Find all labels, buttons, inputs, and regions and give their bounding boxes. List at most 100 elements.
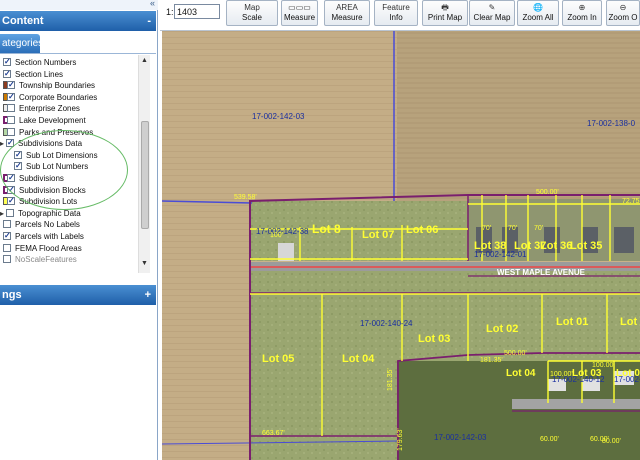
layer-row[interactable]: Parcels No Labels	[0, 219, 150, 230]
layer-row[interactable]: Enterprise Zones	[0, 103, 150, 114]
lot-label: Lot 01	[556, 316, 588, 328]
layer-row[interactable]: Lake Development	[0, 115, 150, 126]
scroll-thumb[interactable]	[141, 121, 149, 229]
settings-panel-header[interactable]: ngs +	[0, 285, 156, 305]
collapse-chevron-icon[interactable]: «	[150, 0, 155, 8]
dimension-label: 60.00'	[540, 436, 559, 443]
lot-label: Lot 03	[418, 333, 450, 345]
globe-icon: 🌐	[533, 3, 543, 12]
scale-prefix: 1:	[166, 7, 174, 17]
expand-arrow-icon[interactable]: ▸	[0, 138, 4, 149]
zoom-all-button[interactable]: 🌐 Zoom All	[517, 0, 559, 26]
layer-checkbox[interactable]	[3, 220, 11, 229]
dimension-label: 539.58'	[234, 194, 257, 201]
field-southwest	[250, 366, 397, 460]
layer-row[interactable]: ✓ Parcels with Labels	[0, 231, 150, 242]
gis-map-viewer: « Content - ategories ✓ Section Numbers ✓ S…	[0, 0, 640, 460]
dimension-label: 70'	[482, 225, 491, 232]
left-panel: « Content - ategories ✓ Section Numbers ✓ S…	[0, 0, 158, 460]
parcel-label: 17-002-142-03	[252, 112, 305, 121]
parcel-label: 17-002-140-24	[360, 319, 413, 328]
highlight-annotation-ellipse	[0, 130, 128, 210]
tool-button-label: Zoom O	[608, 13, 638, 22]
print-map-button[interactable]: 🖶 Print Map	[422, 0, 468, 26]
content-tabbar: ategories	[0, 32, 156, 54]
layer-row[interactable]: ▸ Topographic Data	[0, 208, 150, 219]
dimension-label: 100.00'	[550, 371, 573, 378]
layer-row[interactable]: ✓ Section Lines	[0, 69, 150, 80]
dimension-label: 500.00'	[536, 189, 559, 196]
road-label: WEST MAPLE AVENUE	[497, 268, 586, 277]
tool-button-label: Print Map	[427, 13, 463, 22]
layer-label: Parcels No Labels	[15, 220, 80, 230]
measure-button[interactable]: ▭▭▭ Measure	[281, 0, 318, 26]
map-scale-button[interactable]: Map Scale	[226, 0, 278, 26]
house	[278, 243, 294, 261]
lot-label: Lot 07	[362, 229, 394, 241]
settings-expand-button[interactable]: +	[145, 285, 151, 305]
layer-row[interactable]: ✓ Township Boundaries	[0, 80, 150, 91]
zoom-in-icon: ⊕	[578, 3, 586, 12]
panel-collapse-strip[interactable]: «	[0, 0, 158, 10]
layer-checkbox[interactable]: ✓	[3, 69, 11, 78]
ruler-icon: ▭▭▭	[288, 3, 311, 12]
expand-arrow-icon[interactable]: ▸	[0, 208, 4, 219]
layer-label: FEMA Flood Areas	[15, 243, 82, 253]
field-northeast	[397, 31, 640, 201]
layer-checkbox[interactable]: ✓	[7, 92, 15, 101]
layer-checkbox[interactable]	[3, 255, 11, 264]
lot-label: Lot 04	[342, 353, 375, 365]
layer-row[interactable]: FEMA Flood Areas	[0, 243, 150, 254]
feature-info-button-line1: Feature	[382, 3, 410, 12]
feature-info-button[interactable]: Feature Info	[374, 0, 418, 26]
layer-row[interactable]: ✓ Section Numbers	[0, 57, 150, 68]
dimension-label: 80.00'	[602, 438, 621, 445]
layer-label: Section Numbers	[15, 58, 77, 67]
dimension-label: 70'	[508, 225, 517, 232]
tool-button-label: Info	[389, 13, 403, 22]
tool-button-label: Measure	[331, 13, 363, 22]
layer-row[interactable]: NoScaleFeatures	[0, 254, 150, 265]
content-panel-header[interactable]: Content -	[0, 11, 156, 31]
layer-label: Lake Development	[19, 116, 86, 125]
layer-checkbox[interactable]: ✓	[7, 81, 15, 90]
clear-map-button[interactable]: ✎ Clear Map	[469, 0, 515, 26]
dimension-label: 179.63'	[397, 428, 404, 451]
scroll-up-icon[interactable]: ▲	[141, 57, 148, 64]
dimension-label: 100'	[270, 232, 283, 239]
layer-checkbox[interactable]: ✓	[3, 232, 11, 240]
layer-checkbox[interactable]: ✓	[7, 197, 15, 206]
layer-label: Parcels with Labels	[15, 232, 84, 241]
layer-checkbox[interactable]	[3, 243, 11, 252]
map-svg[interactable]: Lot 8 Lot 07 Lot 06Lot 38 Lot 37Lot 36Lot 3…	[162, 31, 640, 460]
map-canvas[interactable]: Lot 8 Lot 07 Lot 06 Lot 38 Lot 37 Lot 36 Lot 3…	[162, 31, 640, 460]
layer-checkbox[interactable]	[6, 208, 14, 217]
layer-label: Section Lines	[15, 69, 64, 79]
parcel-label: 17-002-140	[614, 375, 640, 384]
map-scale-button-line1: Map	[244, 3, 260, 12]
lot-label: Lot 35	[570, 240, 602, 252]
layer-checkbox[interactable]	[7, 127, 15, 136]
tool-button-label: Clear Map	[473, 13, 511, 22]
layer-checkbox[interactable]: ✓	[3, 58, 11, 66]
layer-row[interactable]: ✓ Corporate Boundaries	[0, 92, 150, 103]
tool-button-label: Scale	[241, 13, 262, 22]
dimension-label: 100.00'	[592, 362, 615, 369]
dimension-label: 181.35'	[480, 357, 503, 364]
dimension-label: 181.35'	[387, 368, 394, 391]
content-collapse-button[interactable]: -	[147, 11, 151, 31]
scroll-down-icon[interactable]: ▼	[141, 260, 148, 267]
measure-area-button[interactable]: AREA Measure	[324, 0, 370, 26]
layer-checkbox[interactable]	[7, 116, 15, 124]
layer-checkbox[interactable]	[7, 104, 15, 113]
tab-categories[interactable]: ategories	[0, 34, 43, 53]
zoom-in-button[interactable]: ⊕ Zoom In	[562, 0, 602, 26]
lot-label: Lot 3	[620, 316, 640, 328]
lot-label: Lot 05	[262, 353, 294, 365]
road-south	[512, 399, 640, 409]
parcel-label: 17-002-142-03	[434, 433, 487, 442]
scale-input[interactable]	[174, 4, 220, 19]
zoom-out-button[interactable]: ⊖ Zoom O	[606, 0, 640, 26]
eraser-icon: ✎	[488, 3, 496, 12]
layer-list-scrollbar[interactable]: ▲ ▼	[138, 55, 150, 273]
